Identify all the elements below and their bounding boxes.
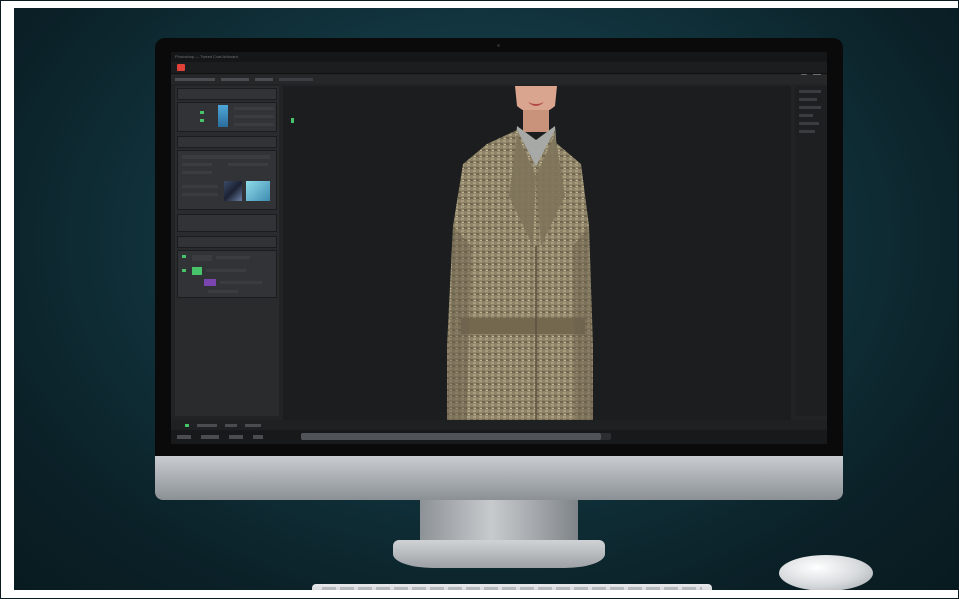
slider[interactable] — [228, 163, 268, 166]
slider[interactable] — [182, 163, 212, 166]
slider[interactable] — [182, 185, 218, 188]
horizontal-scrollbar[interactable] — [301, 433, 611, 440]
canvas[interactable] — [283, 86, 791, 420]
panel-tabs[interactable] — [177, 88, 277, 100]
tool-option[interactable] — [221, 78, 249, 81]
slider[interactable] — [234, 115, 274, 118]
preview-thumbnail[interactable] — [224, 181, 242, 201]
window-title: Photoshop — Tweed Coat Artboard — [175, 54, 238, 59]
input-field[interactable] — [182, 155, 270, 159]
document-tab[interactable] — [279, 78, 313, 81]
properties-panel — [177, 102, 277, 132]
indicator-icon — [200, 119, 204, 122]
color-swatch[interactable] — [218, 105, 228, 127]
status-control[interactable] — [201, 435, 219, 439]
layer-name[interactable] — [220, 281, 262, 284]
preview-thumbnail[interactable] — [246, 181, 270, 201]
model-image — [447, 86, 593, 420]
timeline-bar — [171, 420, 827, 430]
slider[interactable] — [234, 107, 274, 110]
panel-tool[interactable] — [799, 90, 821, 93]
eye-icon[interactable] — [182, 255, 186, 258]
panel-tool[interactable] — [799, 130, 815, 133]
timeline-control[interactable] — [245, 423, 261, 427]
adjustments-panel — [177, 150, 277, 210]
right-panel — [795, 86, 827, 416]
status-control[interactable] — [229, 435, 243, 439]
panel-tool[interactable] — [799, 98, 817, 101]
mouse — [779, 555, 873, 591]
tool-option[interactable] — [175, 78, 215, 81]
panel-tool[interactable] — [799, 114, 813, 117]
menu-bar — [171, 62, 827, 80]
title-bar: Photoshop — Tweed Coat Artboard — [171, 52, 827, 62]
eye-icon[interactable] — [182, 269, 186, 272]
tool-option[interactable] — [255, 78, 273, 81]
monitor-bezel: Photoshop — Tweed Coat Artboard — [155, 38, 843, 456]
layer-name[interactable] — [216, 256, 250, 259]
panel-tool[interactable] — [799, 106, 821, 109]
slider[interactable] — [234, 123, 274, 126]
app-logo-icon[interactable] — [177, 64, 185, 71]
play-icon[interactable] — [185, 423, 189, 427]
layers-panel — [177, 250, 277, 298]
panel-header[interactable] — [177, 136, 277, 148]
slider[interactable] — [182, 193, 218, 196]
monitor-stand — [420, 500, 578, 544]
photo-border-left — [0, 0, 14, 599]
screen: Photoshop — Tweed Coat Artboard — [171, 52, 827, 444]
tool-options-bar — [171, 75, 827, 84]
monitor: Photoshop — Tweed Coat Artboard — [155, 38, 843, 500]
camera-icon — [497, 44, 500, 47]
indicator-icon — [200, 111, 204, 114]
panel-tabs[interactable] — [177, 214, 277, 232]
timeline-control[interactable] — [225, 423, 237, 427]
layer-thumbnail[interactable] — [192, 255, 212, 261]
timeline-control[interactable] — [197, 423, 217, 427]
left-panel — [175, 86, 279, 416]
layer-name[interactable] — [208, 290, 238, 293]
slider[interactable] — [182, 171, 212, 174]
panel-header[interactable] — [177, 236, 277, 248]
status-control[interactable] — [177, 435, 191, 439]
monitor-stand-base — [393, 540, 605, 568]
scrollbar-thumb[interactable] — [301, 433, 601, 440]
layer-thumbnail[interactable] — [192, 267, 202, 275]
panel-tool[interactable] — [799, 122, 819, 125]
photo-border-top — [0, 0, 959, 8]
monitor-chin — [155, 456, 843, 500]
layer-name[interactable] — [206, 269, 246, 272]
layer-thumbnail[interactable] — [204, 279, 216, 286]
cursor-marker — [291, 118, 294, 123]
photo-border-bottom — [0, 590, 959, 599]
status-control[interactable] — [253, 435, 263, 439]
